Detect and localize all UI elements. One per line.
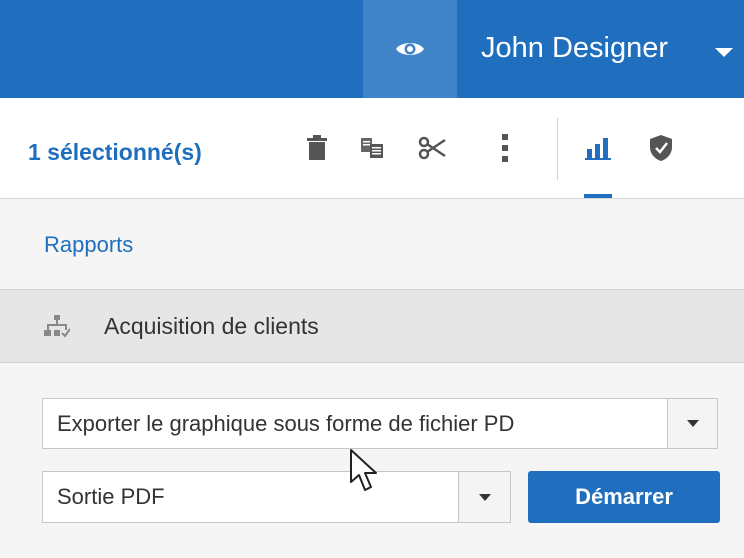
start-button[interactable]: Démarrer — [528, 471, 720, 523]
header-bar: John Designer — [0, 0, 744, 98]
chevron-down-icon — [478, 493, 491, 501]
breadcrumb-rapports[interactable]: Rapports — [44, 230, 133, 260]
chevron-down-icon[interactable] — [715, 48, 733, 57]
copy-icon[interactable] — [357, 133, 387, 163]
active-tab-indicator — [584, 194, 612, 198]
report-section-header[interactable]: Acquisition de clients — [0, 289, 744, 363]
preview-button[interactable] — [363, 0, 457, 98]
shield-icon[interactable] — [646, 133, 676, 163]
toolbar-divider — [557, 118, 558, 180]
selection-count: 1 sélectionné(s) — [28, 139, 202, 165]
export-action-select[interactable]: Exporter le graphique sous forme de fich… — [42, 398, 718, 449]
chevron-down-icon — [686, 420, 699, 427]
scissors-icon[interactable] — [417, 133, 447, 163]
bar-chart-icon[interactable] — [583, 133, 613, 163]
output-format-select[interactable]: Sortie PDF — [42, 471, 511, 523]
export-select-dropdown-button[interactable] — [667, 398, 718, 449]
user-menu-name[interactable]: John Designer — [481, 30, 668, 66]
output-select-dropdown-button[interactable] — [458, 471, 511, 523]
mouse-cursor-icon — [350, 449, 377, 491]
toolbar: 1 sélectionné(s) — [0, 98, 744, 199]
trash-icon[interactable] — [302, 133, 332, 163]
eye-icon — [396, 43, 424, 55]
hierarchy-icon — [44, 315, 70, 338]
output-format-value: Sortie PDF — [57, 484, 165, 509]
export-action-value: Exporter le graphique sous forme de fich… — [57, 410, 515, 436]
section-title: Acquisition de clients — [104, 313, 319, 339]
more-vertical-icon[interactable] — [490, 133, 520, 163]
